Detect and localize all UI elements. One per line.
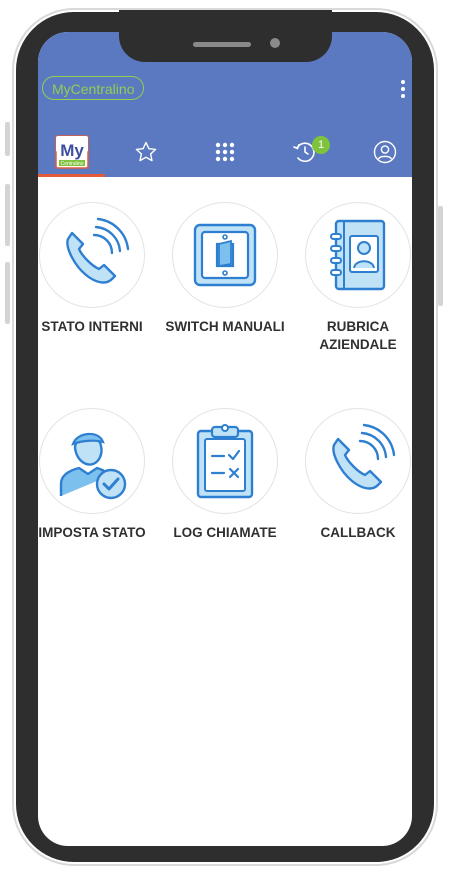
feature-rubrica-aziendale[interactable]: RUBRICA AZIENDALE [297, 202, 412, 354]
phone-ringing-icon [66, 217, 130, 284]
feature-imposta-stato[interactable]: IMPOSTA STATO [38, 408, 153, 542]
feature-icon-circle [305, 408, 411, 514]
power-button [438, 206, 443, 306]
tab-profile[interactable] [351, 126, 412, 177]
tab-history[interactable]: 1 [271, 126, 339, 177]
feature-callback[interactable]: CALLBACK [297, 408, 412, 542]
feature-icon-circle [39, 408, 145, 514]
mute-switch [5, 122, 10, 156]
tab-bar: My Centralino 1 [38, 126, 412, 177]
user-check-icon [59, 432, 127, 500]
clipboard-log-icon [196, 424, 254, 499]
phone-callback-icon [332, 423, 396, 490]
feature-label: STATO INTERNI [41, 319, 143, 334]
phone-screen: MyCentralino My Centralino 1 STATO INTER… [38, 32, 412, 846]
tab-favorites[interactable] [113, 126, 179, 177]
keypad-icon [215, 142, 235, 161]
volume-up-button [5, 184, 10, 246]
feature-switch-manuali[interactable]: SWITCH MANUALI [164, 202, 286, 336]
phone-notch [119, 10, 332, 62]
history-badge: 1 [312, 135, 330, 154]
volume-down-button [5, 262, 10, 324]
tab-keypad[interactable] [191, 126, 259, 177]
feature-icon-circle [172, 202, 278, 308]
feature-log-chiamate[interactable]: LOG CHIAMATE [164, 408, 286, 542]
logo-text: My [60, 141, 84, 160]
front-camera [270, 38, 280, 48]
active-tab-indicator [38, 174, 105, 177]
feature-label: SWITCH MANUALI [165, 319, 285, 334]
feature-label: CALLBACK [320, 525, 396, 540]
mycentralino-logo-icon: My Centralino [54, 134, 89, 169]
star-icon [135, 141, 157, 161]
more-menu-icon[interactable] [400, 80, 406, 100]
feature-label: IMPOSTA STATO [38, 525, 146, 540]
feature-icon-circle [305, 202, 411, 308]
feature-label: LOG CHIAMATE [173, 525, 277, 540]
address-book-icon [330, 219, 386, 291]
light-switch-icon [193, 223, 257, 287]
feature-icon-circle [172, 408, 278, 514]
brand-chip[interactable]: MyCentralino [42, 76, 145, 100]
feature-icon-circle [39, 202, 145, 308]
feature-stato-interni[interactable]: STATO INTERNI [38, 202, 153, 336]
feature-label: RUBRICA AZIENDALE [319, 319, 397, 352]
earpiece-speaker [193, 42, 251, 47]
user-circle-icon [373, 140, 396, 163]
logo-subtext: Centralino [60, 161, 83, 167]
tab-home[interactable]: My Centralino [38, 126, 105, 177]
